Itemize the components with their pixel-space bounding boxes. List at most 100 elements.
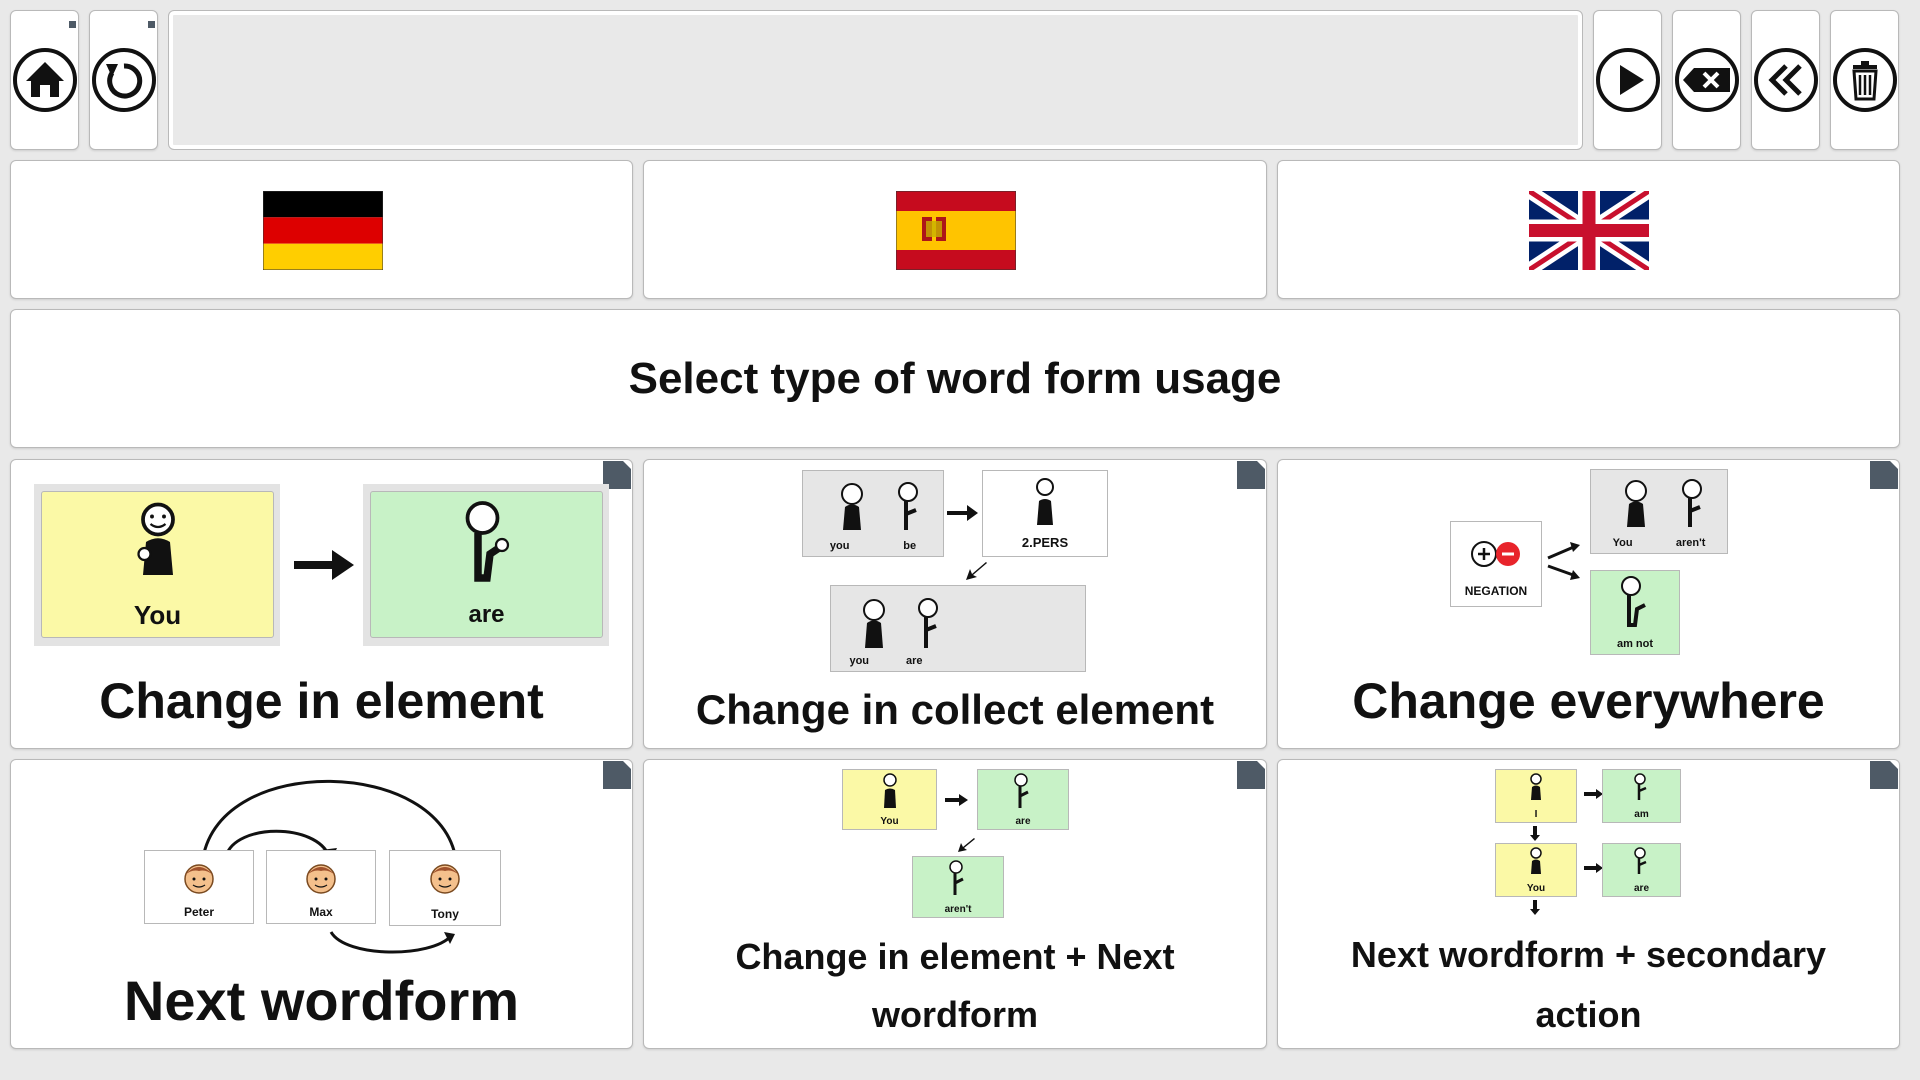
word-arent: aren't — [944, 904, 972, 915]
person-pair-icon — [1625, 479, 1702, 527]
word-you: You — [880, 816, 899, 827]
symbol-am-not: am not — [1590, 570, 1680, 655]
message-display-bar[interactable] — [168, 10, 1583, 150]
name-card-max: Max — [266, 850, 376, 924]
arrow-right-icon — [947, 505, 978, 521]
card-label-line2: action — [1535, 994, 1642, 1035]
trash-icon — [1832, 48, 1897, 112]
arrow-down-left-icon — [966, 562, 987, 580]
face-icon — [430, 864, 460, 894]
card-label: Change in element — [99, 673, 544, 729]
word-arent: aren't — [1675, 537, 1706, 549]
person-gesture-icon — [1633, 847, 1646, 874]
language-english-button[interactable] — [1277, 160, 1900, 299]
symbol-i: I — [1495, 769, 1577, 823]
card-label-line1: Next wordform + secondary — [1350, 934, 1827, 975]
split-arrows-icon — [1547, 542, 1580, 580]
person-pair-icon — [863, 598, 938, 648]
word-you: you — [849, 655, 870, 667]
undo-icon — [91, 48, 156, 112]
card-label: Change everywhere — [1352, 673, 1825, 729]
face-icon — [306, 864, 336, 894]
change-in-element-card[interactable]: You are Change in element — [10, 459, 633, 749]
symbol-negation: NEGATION — [1450, 521, 1542, 607]
page-corner-icon — [1870, 461, 1898, 489]
name-card-peter: Peter — [144, 850, 254, 924]
next-plus-secondary-card[interactable]: I am You are Next wordform + secondary a… — [1277, 759, 1900, 1049]
word-be: be — [903, 540, 917, 552]
person-gesture-icon — [1633, 773, 1646, 800]
card-label-line2: wordform — [872, 994, 1038, 1035]
person-gesture-icon — [465, 501, 509, 582]
person-gesture-icon — [1621, 576, 1646, 627]
word-are: are — [1015, 816, 1031, 827]
person-icon — [1036, 478, 1054, 525]
word-you: you — [829, 540, 850, 552]
word-am-not: am not — [1616, 638, 1654, 650]
language-german-button[interactable] — [10, 160, 633, 299]
word-am: am — [1634, 809, 1649, 820]
change-in-collect-element-card[interactable]: you be 2.PERS you are Change in collect … — [643, 459, 1267, 749]
arrow-down-left-icon — [958, 838, 975, 852]
symbol-arent: aren't — [912, 856, 1004, 918]
person-pointing-icon — [1530, 847, 1542, 874]
symbol-you: You — [842, 769, 937, 830]
name-peter: Peter — [183, 905, 215, 919]
word-you: You — [1612, 537, 1633, 549]
next-wordform-card[interactable]: Peter Max Tony Next wordform — [10, 759, 633, 1049]
person-pair-icon — [841, 482, 918, 530]
arrow-right-icon — [294, 550, 354, 580]
delete-button[interactable] — [1830, 10, 1899, 150]
page-corner-icon — [603, 761, 631, 789]
undo-button[interactable] — [89, 10, 158, 150]
symbol-you-label: You — [133, 600, 182, 630]
arrow-down-icon — [1530, 826, 1540, 841]
symbol-are-label: are — [468, 601, 505, 628]
symbol-am: am — [1602, 769, 1681, 823]
change-everywhere-card[interactable]: NEGATION You aren't am not Change everyw… — [1277, 459, 1900, 749]
page-title: Select type of word form usage — [628, 353, 1282, 403]
card-label: Next wordform — [123, 969, 520, 1032]
page-title-panel: Select type of word form usage — [10, 309, 1900, 448]
plus-minus-icon — [1471, 541, 1520, 567]
word-are: are — [1633, 883, 1649, 894]
word-you: You — [1526, 883, 1546, 894]
backspace-icon — [1674, 48, 1739, 112]
page-corner-icon — [1237, 761, 1265, 789]
language-spanish-button[interactable] — [643, 160, 1267, 299]
arrow-right-icon — [1584, 863, 1603, 873]
word-2pers: 2.PERS — [1021, 535, 1069, 550]
arrow-down-icon — [1530, 900, 1540, 915]
play-button[interactable] — [1593, 10, 1662, 150]
home-button[interactable] — [10, 10, 79, 150]
corner-dot — [69, 21, 76, 28]
symbol-are: are — [977, 769, 1069, 830]
backspace-button[interactable] — [1672, 10, 1741, 150]
symbol-you: You — [1495, 843, 1577, 897]
card-label-line1: Change in element + Next — [735, 936, 1175, 977]
back-button[interactable] — [1751, 10, 1820, 150]
name-card-tony: Tony — [389, 850, 501, 926]
corner-dot — [148, 21, 155, 28]
flag-uk-icon — [1529, 191, 1649, 270]
card-label: Change in collect element — [695, 686, 1215, 733]
word-i: I — [1534, 809, 1538, 820]
flag-spain-icon — [896, 191, 1016, 270]
person-pointing-icon — [882, 773, 897, 808]
play-icon — [1595, 48, 1660, 112]
flag-germany-icon — [263, 191, 383, 270]
change-plus-next-card[interactable]: You are aren't Change in element + Next … — [643, 759, 1267, 1049]
arrow-right-icon — [1584, 789, 1603, 799]
symbol-are: are — [1602, 843, 1681, 897]
collect-target-2pers: 2.PERS — [982, 470, 1108, 557]
word-are: are — [905, 655, 923, 667]
face-icon — [184, 864, 214, 894]
symbol-are: are — [370, 491, 603, 638]
symbol-you: You — [41, 491, 274, 638]
person-pointing-icon — [136, 502, 175, 575]
word-negation: NEGATION — [1464, 584, 1528, 598]
name-tony: Tony — [431, 907, 459, 921]
person-gesture-icon — [949, 860, 964, 895]
person-gesture-icon — [1014, 773, 1029, 808]
person-icon — [1530, 773, 1542, 800]
